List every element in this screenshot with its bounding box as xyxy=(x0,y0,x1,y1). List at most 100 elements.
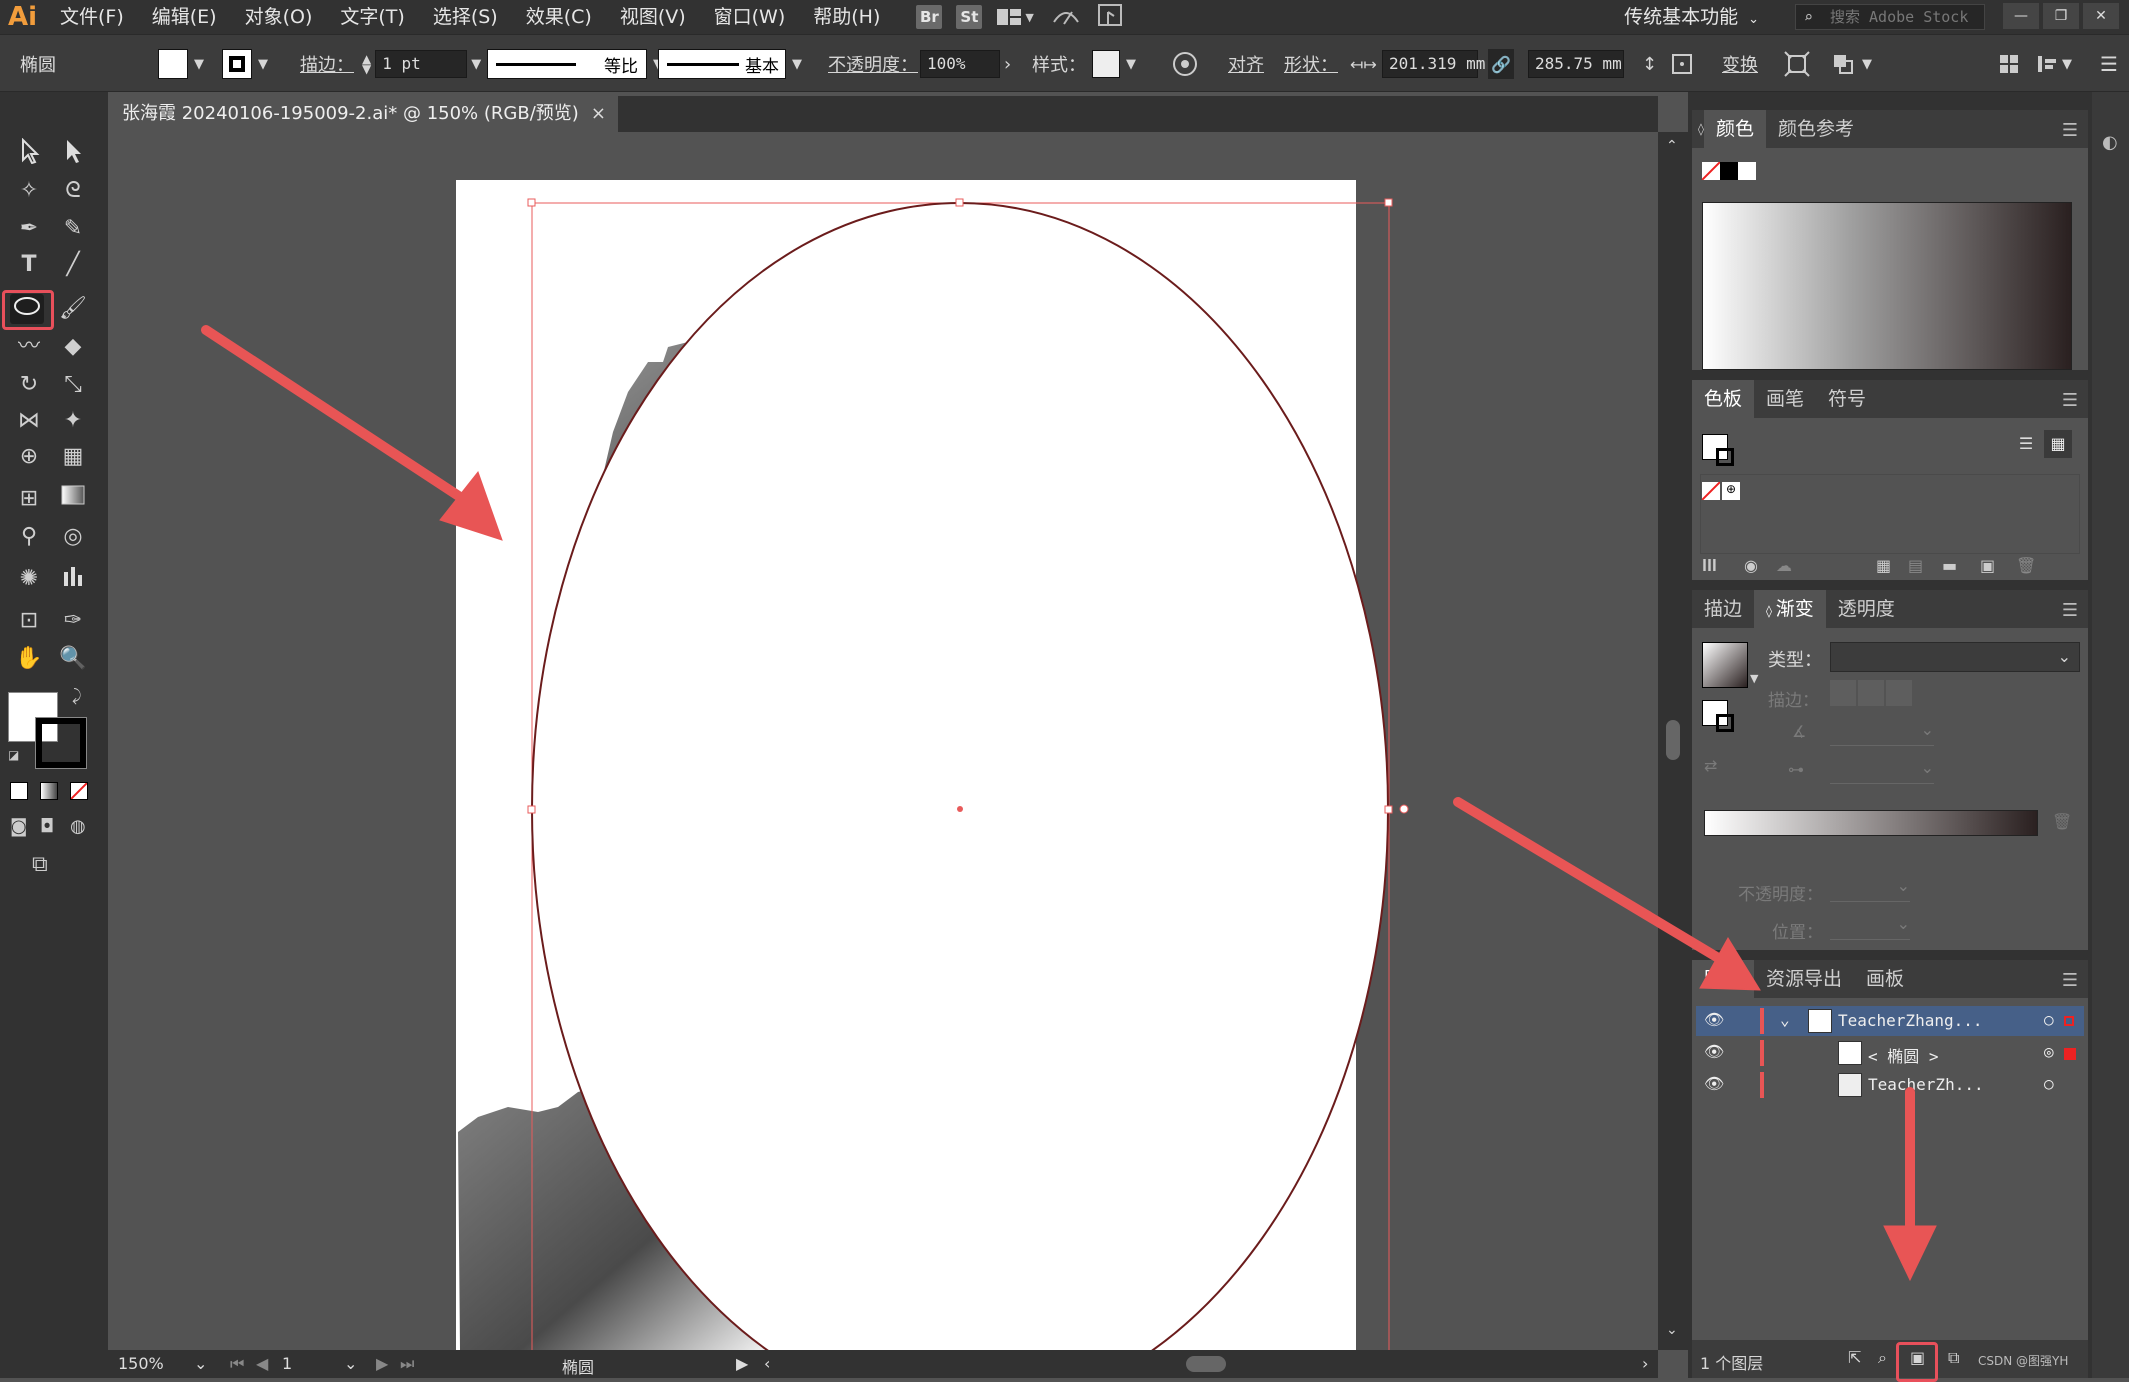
hscroll-thumb[interactable] xyxy=(1186,1356,1226,1372)
width-input[interactable]: 201.319 mm xyxy=(1382,35,1485,93)
curvature-tool-icon[interactable]: ✎ xyxy=(56,214,90,244)
color-mode-icon[interactable] xyxy=(10,782,28,800)
screen-mode-icon[interactable]: ⧉ xyxy=(32,852,48,877)
expand-chevron-icon[interactable]: ⌄ xyxy=(1780,1010,1790,1029)
brush-definition[interactable]: 基本 ▼ xyxy=(658,35,802,93)
status-menu-icon[interactable]: ▶ xyxy=(736,1354,748,1373)
new-color-group-icon[interactable]: ▬ xyxy=(1942,556,1957,575)
zoom-level[interactable]: 150% xyxy=(118,1354,164,1373)
vertical-scrollbar[interactable]: ⌃ ⌄ xyxy=(1658,132,1688,1350)
artwork-svg[interactable] xyxy=(108,132,1658,1350)
gradient-preview-dropdown-icon[interactable]: ▼ xyxy=(1750,672,1758,685)
constrain-proportions-icon[interactable]: 🔗 xyxy=(1488,35,1514,93)
document-tab[interactable]: 张海霞 20240106-195009-2.ai* @ 150% (RGB/预览… xyxy=(108,96,618,132)
gradient-mode-icon[interactable] xyxy=(40,782,58,800)
mesh-tool-icon[interactable]: ⊞ xyxy=(12,484,46,514)
height-input[interactable]: 285.75 mm xyxy=(1528,35,1624,93)
panel-options-icon[interactable]: ☰ xyxy=(2100,35,2118,93)
visibility-eye-icon[interactable]: 👁 xyxy=(1704,1074,1724,1093)
stock-button[interactable]: St xyxy=(956,5,983,29)
tab-swatches[interactable]: 色板 xyxy=(1692,380,1755,418)
color-spectrum[interactable] xyxy=(1702,202,2072,370)
stock-search-input[interactable]: ⌕ 搜索 Adobe Stock xyxy=(1795,4,1985,30)
menu-item-file[interactable]: 文件(F) xyxy=(46,0,138,34)
default-colors-icon[interactable]: ◪ xyxy=(8,748,19,762)
align-objects-icon[interactable] xyxy=(1998,35,2020,93)
locate-object-icon[interactable]: ⌕ xyxy=(1878,1348,1887,1368)
hscroll-left-icon[interactable]: ‹ xyxy=(764,1354,770,1373)
list-view-icon[interactable]: ☰ xyxy=(2012,430,2040,458)
menu-item-type[interactable]: 文字(T) xyxy=(326,0,418,34)
puppet-warp-tool-icon[interactable]: ✦ xyxy=(56,406,90,436)
visibility-eye-icon[interactable]: 👁 xyxy=(1704,1010,1724,1029)
fill-swatch[interactable]: ▼ xyxy=(158,35,204,93)
shaper-tool-icon[interactable]: 〰 xyxy=(12,332,46,362)
minimize-button[interactable]: — xyxy=(2003,3,2039,29)
lasso-tool-icon[interactable]: ᘓ xyxy=(56,176,90,206)
last-artboard-icon[interactable]: ⏭ xyxy=(400,1354,414,1374)
close-window-button[interactable]: ✕ xyxy=(2083,3,2119,29)
hscroll-right-icon[interactable]: › xyxy=(1642,1354,1648,1373)
selection-square-indicator[interactable] xyxy=(2064,1048,2076,1060)
menu-item-view[interactable]: 视图(V) xyxy=(606,0,700,34)
bridge-button[interactable]: Br xyxy=(916,5,943,29)
scale-tool-icon[interactable]: ⤡ xyxy=(56,370,90,400)
opacity-input[interactable]: 100% › xyxy=(920,35,1011,93)
swatch-options-icon[interactable]: ▦ xyxy=(1876,556,1891,575)
layer-row[interactable]: 👁 TeacherZh... ○ xyxy=(1696,1070,2084,1100)
swap-fill-stroke-icon[interactable]: ⤸ xyxy=(72,686,82,706)
menu-item-window[interactable]: 窗口(W) xyxy=(700,0,800,34)
delete-swatch-icon[interactable]: 🗑 xyxy=(2016,556,2036,575)
menu-item-effect[interactable]: 效果(C) xyxy=(512,0,606,34)
arrange-documents-icon[interactable]: ▼ xyxy=(996,5,1036,29)
rotate-tool-icon[interactable]: ↻ xyxy=(12,370,46,400)
next-artboard-icon[interactable]: ▶ xyxy=(376,1354,388,1373)
arrange-icon[interactable]: ▼ xyxy=(1830,35,1872,93)
isolate-icon[interactable] xyxy=(1784,35,1810,93)
draw-normal-icon[interactable]: ◙ xyxy=(10,816,27,837)
stroke-label[interactable]: 描边： xyxy=(300,35,354,93)
gradient-panel-menu-icon[interactable]: ☰ xyxy=(2062,600,2078,621)
new-swatch-icon[interactable]: ▣ xyxy=(1980,556,1995,575)
grid-view-icon[interactable]: ▦ xyxy=(2044,430,2072,458)
layer-row[interactable]: 👁 ⌄ TeacherZhang... ○ xyxy=(1696,1006,2084,1036)
visibility-eye-icon[interactable]: 👁 xyxy=(1704,1042,1724,1061)
first-artboard-icon[interactable]: ⏮ xyxy=(230,1354,244,1374)
swatch-kind-icon[interactable]: ◉ xyxy=(1744,556,1758,575)
stroke-color-swatch[interactable] xyxy=(35,717,87,769)
tab-color[interactable]: 颜色 xyxy=(1703,110,1766,148)
distribute-icon[interactable]: ▼ xyxy=(2036,35,2072,93)
align-link[interactable]: 对齐 xyxy=(1228,35,1264,93)
transform-link[interactable]: 变换 xyxy=(1722,35,1758,93)
width-tool-icon[interactable]: ⋈ xyxy=(12,406,46,436)
artboard-number[interactable]: 1 xyxy=(282,1354,292,1373)
tab-transparency[interactable]: 透明度 xyxy=(1826,590,1907,628)
hand-tool-icon[interactable]: ✋ xyxy=(12,644,46,674)
color-quick-swatches[interactable] xyxy=(1702,162,1756,180)
shape-link[interactable]: 形状： xyxy=(1284,35,1338,93)
tab-stroke[interactable]: 描边 xyxy=(1692,590,1754,628)
canvas-area[interactable] xyxy=(108,132,1658,1350)
stroke-weight-stepper[interactable]: ▲ ▼ 1 pt ▼ xyxy=(362,35,481,93)
column-graph-tool-icon[interactable] xyxy=(56,564,90,594)
eyedropper-tool-icon[interactable]: ⚲ xyxy=(12,522,46,552)
layers-panel-menu-icon[interactable]: ☰ xyxy=(2062,970,2078,991)
line-tool-icon[interactable]: ╱ xyxy=(56,250,90,280)
perspective-grid-tool-icon[interactable]: ▦ xyxy=(56,442,90,472)
restore-button[interactable]: ❐ xyxy=(2043,3,2079,29)
gradient-type-select[interactable]: ⌄ xyxy=(1830,642,2080,672)
menu-item-object[interactable]: 对象(O) xyxy=(231,0,327,34)
draw-behind-icon[interactable]: ◘ xyxy=(40,816,54,837)
workspace-switcher[interactable]: 传统基本功能 ⌄ xyxy=(1624,0,1759,34)
direct-selection-tool-icon[interactable] xyxy=(56,138,90,168)
touch-workspace-icon[interactable] xyxy=(1096,2,1124,33)
selection-tool-icon[interactable] xyxy=(12,137,46,168)
swatch-stroke-preview[interactable] xyxy=(1716,448,1734,466)
target-double-circle-icon[interactable]: ◎ xyxy=(2044,1042,2054,1061)
opacity-label[interactable]: 不透明度： xyxy=(828,35,918,93)
tab-layers[interactable]: 图层 xyxy=(1692,960,1755,998)
gradient-slider[interactable] xyxy=(1704,810,2038,836)
symbol-sprayer-tool-icon[interactable]: ✺ xyxy=(12,564,46,594)
recolor-artwork-icon[interactable] xyxy=(1172,35,1198,93)
gradient-preview-swatch[interactable] xyxy=(1702,642,1748,688)
